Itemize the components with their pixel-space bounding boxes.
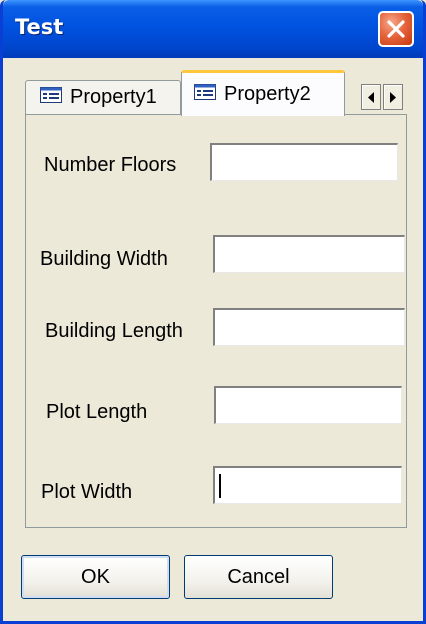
tab-label: Property1 xyxy=(70,86,157,108)
tab-property2[interactable]: Property2 xyxy=(181,70,345,116)
arrow-left-icon xyxy=(368,92,374,103)
plot-width-label: Plot Width xyxy=(41,481,133,503)
number-floors-label: Number Floors xyxy=(44,154,177,176)
tab-scroll-right-button[interactable] xyxy=(383,84,403,110)
plot-width-input[interactable] xyxy=(213,466,402,504)
tab-page-panel: Number Floors Building Width Building Le… xyxy=(25,114,407,528)
property-page-icon xyxy=(40,86,62,109)
property-page-icon xyxy=(194,83,216,106)
building-length-input[interactable] xyxy=(213,308,405,346)
tab-scroll-left-button[interactable] xyxy=(361,84,381,110)
tab-property1[interactable]: Property1 xyxy=(25,80,181,114)
text-caret xyxy=(219,474,221,498)
cancel-button[interactable]: Cancel xyxy=(184,555,333,599)
plot-length-label: Plot Length xyxy=(46,401,148,423)
arrow-right-icon xyxy=(390,92,396,103)
building-width-input[interactable] xyxy=(213,235,405,273)
close-icon xyxy=(387,20,405,38)
close-button[interactable] xyxy=(378,11,414,47)
number-floors-input[interactable] xyxy=(210,143,398,181)
ok-button[interactable]: OK xyxy=(21,555,170,599)
title-bar[interactable]: Test xyxy=(3,0,423,58)
dialog-window: Test Property1 Property2 Number Floors B… xyxy=(0,0,426,624)
plot-length-input[interactable] xyxy=(214,386,402,424)
building-length-label: Building Length xyxy=(45,320,183,342)
window-title: Test xyxy=(15,15,64,39)
building-width-label: Building Width xyxy=(40,248,168,270)
tab-label: Property2 xyxy=(224,83,311,105)
